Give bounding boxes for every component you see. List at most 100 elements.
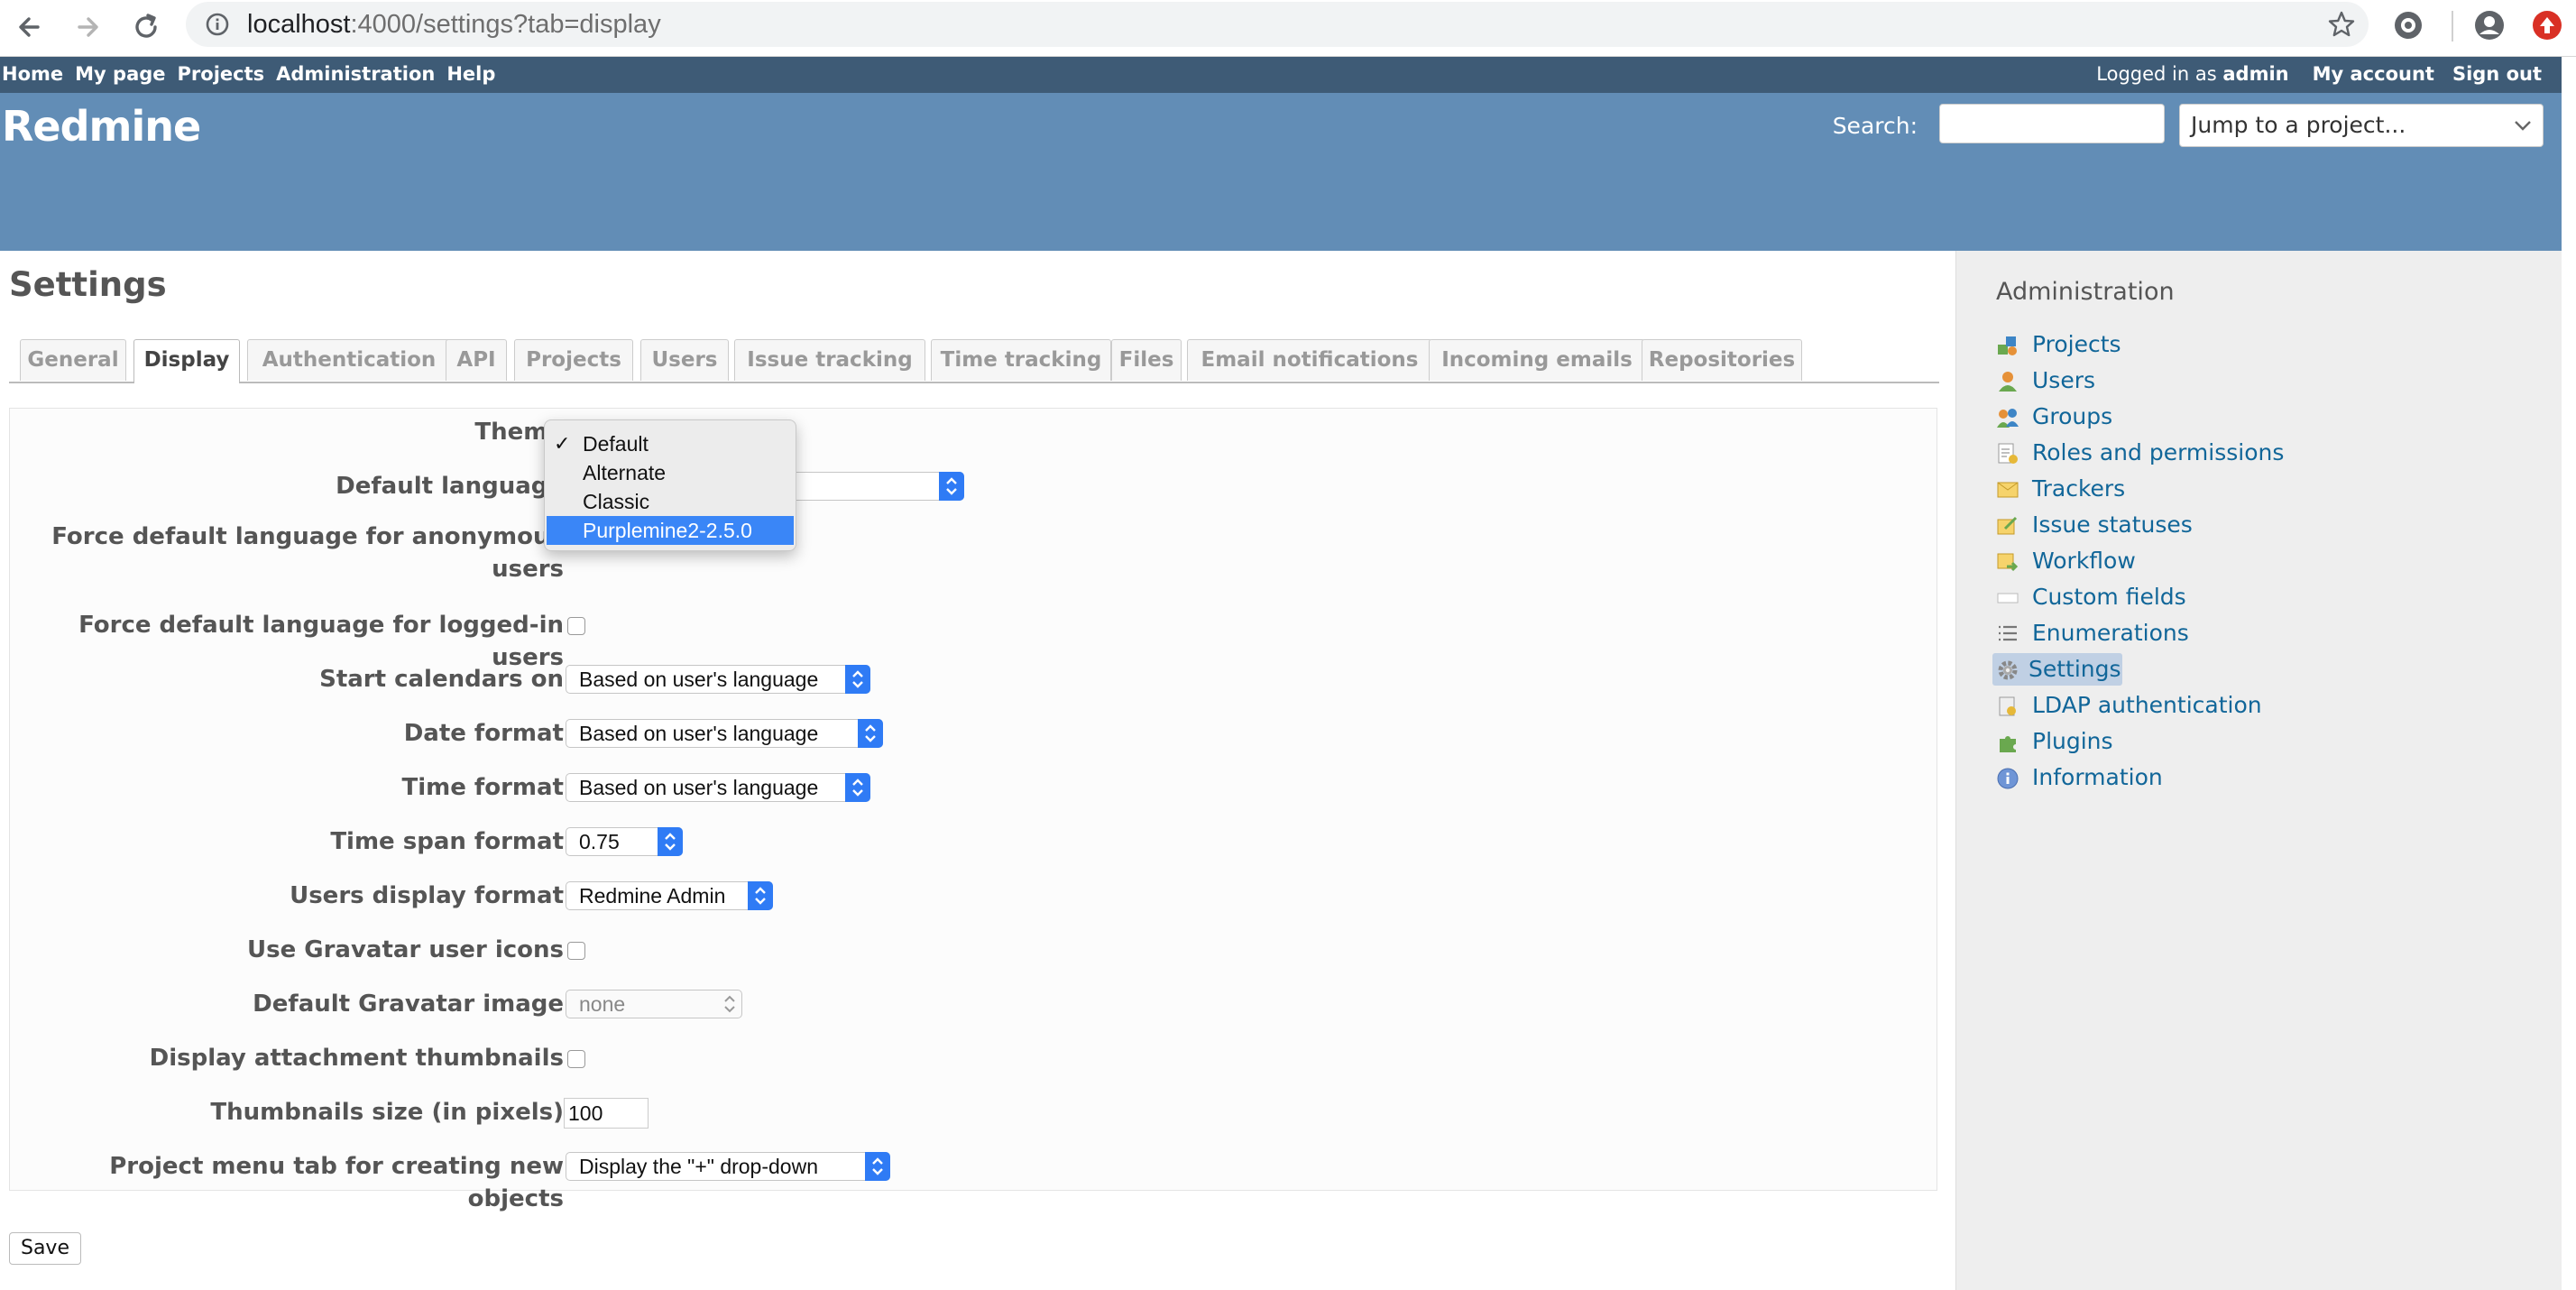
- tab-email-notifications[interactable]: Email notifications: [1187, 339, 1432, 381]
- theme-option-alternate[interactable]: Alternate: [545, 458, 796, 487]
- users-display-format-select[interactable]: Redmine Admin: [566, 881, 773, 910]
- top-menu-help[interactable]: Help: [446, 63, 495, 85]
- theme-option-default[interactable]: ✓ Default: [545, 429, 796, 458]
- use-gravatar-label: Use Gravatar user icons: [247, 936, 564, 963]
- group-icon: [1997, 409, 2019, 428]
- tab-projects[interactable]: Projects: [514, 339, 633, 381]
- main-content: Settings General Display Authentication …: [0, 251, 1955, 1290]
- theme-option-purplemine2[interactable]: Purplemine2-2.5.0: [547, 516, 794, 545]
- plugin-icon: [2000, 736, 2016, 752]
- tab-authentication[interactable]: Authentication: [247, 339, 451, 381]
- default-language-label: Default language: [336, 473, 564, 500]
- theme-option-classic[interactable]: Classic: [545, 487, 796, 516]
- bookmark-star-icon[interactable]: [2327, 10, 2356, 39]
- gear-icon: [1998, 660, 2018, 680]
- chevron-down-icon: [2515, 121, 2531, 131]
- theme-label: Theme: [474, 419, 564, 446]
- display-settings-box: Theme Default language Force default lan…: [9, 408, 1937, 1212]
- search-label: Search:: [1832, 113, 1918, 139]
- tab-general[interactable]: General: [20, 339, 126, 381]
- select-arrows-icon: [845, 665, 870, 694]
- tabs-divider: [9, 382, 1939, 383]
- checkmark-icon: ✓: [554, 432, 571, 455]
- search-input[interactable]: [1939, 104, 2165, 143]
- thumbnails-size-input[interactable]: 100: [564, 1098, 649, 1129]
- start-calendars-label: Start calendars on: [319, 666, 564, 693]
- tab-users[interactable]: Users: [640, 339, 729, 381]
- info-icon: [1997, 768, 2019, 789]
- browser-toolbar: localhost:4000/settings?tab=display: [0, 0, 2576, 57]
- top-menu-administration[interactable]: Administration: [276, 63, 435, 85]
- save-button[interactable]: Save: [9, 1232, 81, 1265]
- time-span-format-select[interactable]: 0.75: [566, 827, 683, 856]
- project-menu-tab-label: Project menu tab for creating new object…: [109, 1153, 564, 1212]
- tracker-icon: [1997, 482, 2019, 498]
- select-arrows-icon: [748, 881, 773, 910]
- force-anon-language-label: Force default language for anonymous user…: [51, 523, 564, 583]
- attachment-thumbnails-checkbox[interactable]: [567, 1042, 585, 1068]
- roles-icon: [1998, 443, 2018, 464]
- select-arrows-icon: [939, 472, 964, 501]
- top-menu: Home My page Projects Administration Help Lo…: [0, 57, 2562, 93]
- tab-files[interactable]: Files: [1111, 339, 1182, 381]
- default-gravatar-label: Default Gravatar image: [253, 991, 564, 1018]
- top-menu-my-page[interactable]: My page: [75, 63, 165, 85]
- info-icon[interactable]: [204, 11, 231, 38]
- theme-dropdown-menu: ✓ Default Alternate Classic Purplemine2-2…: [544, 419, 796, 551]
- tab-repositories[interactable]: Repositories: [1642, 339, 1802, 381]
- profile-avatar-icon[interactable]: [2473, 9, 2506, 41]
- select-arrows-icon: [845, 773, 870, 802]
- ldap-icon: [1999, 696, 2016, 716]
- tab-issue-tracking[interactable]: Issue tracking: [734, 339, 925, 381]
- date-format-select[interactable]: Based on user's language: [566, 719, 883, 748]
- custom-fields-icon: [1997, 593, 2019, 604]
- tab-api[interactable]: API: [446, 339, 507, 381]
- logged-in-user[interactable]: admin: [2222, 63, 2288, 85]
- tab-display[interactable]: Display: [133, 339, 240, 383]
- projects-icon: [1998, 336, 2017, 355]
- sidebar: Administration Projects Users Groups Rol…: [1955, 251, 2562, 1290]
- jump-to-project-select[interactable]: Jump to a project...: [2179, 104, 2544, 147]
- thumbnails-size-label: Thumbnails size (in pixels): [210, 1099, 564, 1126]
- top-menu-left: Home My page Projects Administration Help: [2, 63, 507, 85]
- start-calendars-select[interactable]: Based on user's language: [566, 665, 870, 694]
- time-span-format-label: Time span format: [330, 828, 564, 855]
- logged-in-as: Logged in as admin: [2096, 63, 2289, 85]
- select-arrows-icon: [717, 990, 742, 1018]
- top-menu-home[interactable]: Home: [2, 63, 63, 85]
- header: Redmine Search: Jump to a project...: [0, 93, 2562, 251]
- project-menu-tab-select[interactable]: Display the "+" drop-down: [566, 1152, 890, 1181]
- issue-status-icon: [1997, 516, 2018, 535]
- time-format-select[interactable]: Based on user's language: [566, 773, 870, 802]
- force-logged-language-checkbox[interactable]: [567, 609, 585, 635]
- update-alert-icon[interactable]: [2531, 9, 2563, 41]
- attachment-thumbnails-label: Display attachment thumbnails: [149, 1045, 564, 1072]
- back-arrow-icon[interactable]: [11, 7, 51, 47]
- top-menu-right: Logged in as admin My account Sign out: [2096, 63, 2542, 85]
- date-format-label: Date format: [403, 720, 564, 747]
- tab-incoming-emails[interactable]: Incoming emails: [1429, 339, 1645, 381]
- top-menu-projects[interactable]: Projects: [178, 63, 265, 85]
- sign-out-link[interactable]: Sign out: [2452, 63, 2542, 85]
- select-arrows-icon: [865, 1152, 890, 1181]
- sidebar-title: Administration: [1996, 278, 2175, 306]
- extension-icon[interactable]: [2392, 9, 2424, 41]
- time-format-label: Time format: [401, 774, 565, 801]
- default-gravatar-select: none: [566, 990, 742, 1018]
- list-icon: [1999, 625, 2017, 641]
- forward-arrow-icon[interactable]: [69, 7, 108, 47]
- url-text[interactable]: localhost:4000/settings?tab=display: [247, 11, 661, 38]
- app-title: Redmine: [2, 102, 201, 151]
- workflow-icon: [1997, 553, 2019, 572]
- toolbar-divider: [2452, 11, 2453, 41]
- tab-time-tracking[interactable]: Time tracking: [931, 339, 1111, 381]
- reload-icon[interactable]: [126, 7, 166, 47]
- jump-to-project-text: Jump to a project...: [2191, 112, 2406, 138]
- select-arrows-icon: [858, 719, 883, 748]
- address-bar[interactable]: localhost:4000/settings?tab=display: [186, 2, 2369, 47]
- select-arrows-icon: [658, 827, 683, 856]
- use-gravatar-checkbox[interactable]: [567, 934, 585, 960]
- page-title: Settings: [9, 265, 167, 304]
- users-display-format-label: Users display format: [290, 882, 564, 909]
- my-account-link[interactable]: My account: [2313, 63, 2434, 85]
